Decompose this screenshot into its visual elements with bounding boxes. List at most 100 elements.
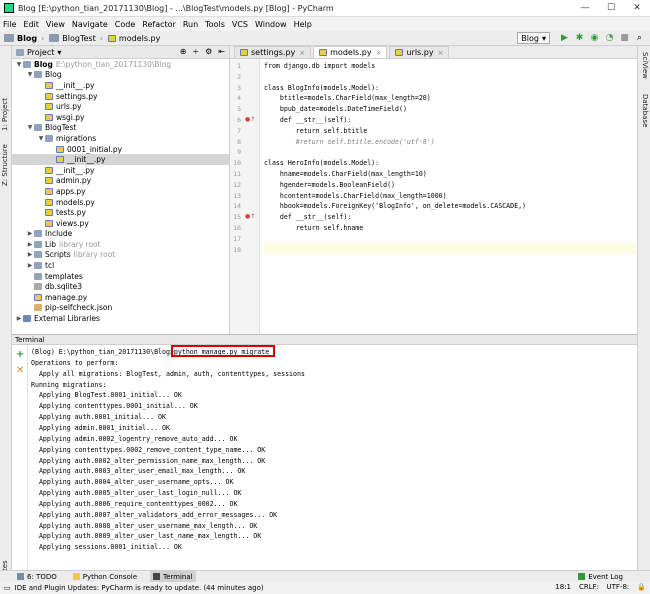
menu-file[interactable]: File: [3, 20, 16, 29]
caret-position[interactable]: 18:1: [555, 583, 571, 591]
chevron-right-icon[interactable]: ▶: [26, 251, 34, 258]
tree-item[interactable]: ▼ Blog: [12, 70, 229, 81]
tree-item[interactable]: ▶ Include: [12, 229, 229, 240]
chevron-right-icon[interactable]: ▶: [26, 262, 34, 269]
chevron-right-icon[interactable]: ▶: [26, 241, 34, 248]
tree-item[interactable]: ▶ Scripts library root: [12, 250, 229, 261]
code-line[interactable]: from django.db import models: [264, 62, 375, 70]
menu-code[interactable]: Code: [115, 20, 135, 29]
tree-item[interactable]: 0001_initial.py: [12, 144, 229, 155]
code-line[interactable]: hbook=models.ForeignKey('BlogInfo', on_d…: [264, 202, 526, 210]
editor-tab[interactable]: models.py ×: [313, 46, 388, 58]
chevron-down-icon[interactable]: ▼: [26, 124, 34, 131]
chevron-right-icon[interactable]: ▶: [26, 230, 34, 237]
menu-navigate[interactable]: Navigate: [72, 20, 108, 29]
structure-tool-window-button[interactable]: Z: Structure: [1, 144, 9, 186]
menu-refactor[interactable]: Refactor: [142, 20, 176, 29]
close-tab-icon[interactable]: ×: [438, 49, 444, 57]
tree-item[interactable]: db.sqlite3: [12, 281, 229, 292]
minimize-button[interactable]: —: [572, 0, 598, 16]
tree-item[interactable]: admin.py: [12, 176, 229, 187]
code-line[interactable]: bpub_date=models.DateTimeField(): [264, 105, 407, 113]
close-tab-icon[interactable]: ×: [376, 49, 382, 57]
code-line[interactable]: hgender=models.BooleanField(): [264, 181, 395, 189]
tree-item[interactable]: wsgi.py: [12, 112, 229, 123]
code-line[interactable]: def __str__(self):: [264, 116, 351, 124]
run-configuration-select[interactable]: Blog ▾: [517, 32, 550, 44]
tree-item[interactable]: tests.py: [12, 207, 229, 218]
editor-tab[interactable]: settings.py ×: [234, 46, 312, 58]
tree-item[interactable]: ▶ tcl: [12, 260, 229, 271]
breadcrumb-blog[interactable]: Blog ›: [4, 34, 44, 43]
chevron-down-icon[interactable]: ▼: [26, 71, 34, 78]
event-log-tab[interactable]: Event Log: [575, 571, 626, 582]
tree-item[interactable]: ▼ BlogTest: [12, 123, 229, 134]
code-line[interactable]: class HeroInfo(models.Model):: [264, 159, 379, 167]
collapse-icon[interactable]: ÷: [192, 47, 199, 56]
tree-item[interactable]: pip-selfcheck.json: [12, 303, 229, 314]
tree-item[interactable]: __init__.py: [12, 154, 229, 165]
gear-icon[interactable]: ⚙: [205, 47, 212, 56]
python-console-tab[interactable]: Python Console: [70, 571, 140, 582]
code-line[interactable]: hcontent=models.CharField(max_length=100…: [264, 192, 447, 200]
todo-tab[interactable]: 6: TODO: [14, 571, 60, 582]
stop-icon[interactable]: ■: [618, 32, 631, 44]
tree-item[interactable]: urls.py: [12, 101, 229, 112]
tree-item[interactable]: manage.py: [12, 292, 229, 303]
run-icon[interactable]: ▶: [558, 32, 571, 44]
chevron-down-icon[interactable]: ▼: [15, 61, 23, 68]
file-encoding[interactable]: UTF-8:: [607, 583, 630, 591]
tree-item[interactable]: views.py: [12, 218, 229, 229]
code-line[interactable]: class BlogInfo(models.Model):: [264, 84, 379, 92]
tree-item[interactable]: __init__.py: [12, 80, 229, 91]
override-marker-icon[interactable]: ●↑: [245, 213, 255, 220]
tree-item[interactable]: ▼ migrations: [12, 133, 229, 144]
add-session-icon[interactable]: +: [16, 349, 24, 360]
menu-window[interactable]: Window: [255, 20, 287, 29]
hide-icon[interactable]: ⇤: [218, 47, 225, 56]
line-separator[interactable]: CRLF:: [579, 583, 599, 591]
debug-icon[interactable]: ✱: [573, 32, 586, 44]
code-line[interactable]: return self.btitle: [264, 127, 367, 135]
lock-icon[interactable]: 🔒: [637, 583, 646, 591]
maximize-button[interactable]: ☐: [598, 0, 624, 16]
project-panel-title[interactable]: Project: [27, 48, 54, 57]
tree-item[interactable]: models.py: [12, 197, 229, 208]
chevron-down-icon[interactable]: ▼: [37, 135, 45, 142]
tree-item[interactable]: __init__.py: [12, 165, 229, 176]
profile-icon[interactable]: ◔: [603, 32, 616, 44]
code-line[interactable]: btitle=models.CharField(max_length=20): [264, 94, 431, 102]
tree-item[interactable]: apps.py: [12, 186, 229, 197]
close-session-icon[interactable]: ✕: [16, 365, 24, 376]
code-line[interactable]: hname=models.CharField(max_length=10): [264, 170, 427, 178]
editor-tab[interactable]: urls.py ×: [389, 46, 450, 58]
search-icon[interactable]: ⌕: [633, 32, 646, 44]
chevron-right-icon[interactable]: ▶: [15, 315, 23, 322]
status-message[interactable]: IDE and Plugin Updates: PyCharm is ready…: [15, 584, 264, 592]
sync-icon[interactable]: ⊕: [180, 47, 187, 56]
terminal-tab[interactable]: Terminal: [150, 571, 196, 582]
breadcrumb-blogtest[interactable]: BlogTest ›: [49, 34, 103, 43]
breadcrumb-models[interactable]: models.py: [107, 34, 160, 43]
status-toggle-icon[interactable]: ▭: [4, 584, 11, 592]
database-tool-window-button[interactable]: Database: [641, 94, 649, 127]
code-line[interactable]: def __str__(self):: [264, 213, 351, 221]
coverage-icon[interactable]: ◉: [588, 32, 601, 44]
override-marker-icon[interactable]: ●↑: [245, 116, 255, 123]
menu-run[interactable]: Run: [183, 20, 198, 29]
project-tool-window-button[interactable]: 1: Project: [1, 98, 9, 131]
close-tab-icon[interactable]: ×: [299, 49, 305, 57]
tree-item[interactable]: settings.py: [12, 91, 229, 102]
menu-edit[interactable]: Edit: [23, 20, 39, 29]
sciview-tool-window-button[interactable]: SciView: [641, 52, 649, 79]
menu-vcs[interactable]: VCS: [232, 20, 248, 29]
menu-tools[interactable]: Tools: [205, 20, 225, 29]
menu-help[interactable]: Help: [294, 20, 312, 29]
menu-view[interactable]: View: [46, 20, 65, 29]
close-button[interactable]: ✕: [624, 0, 650, 16]
chevron-down-icon[interactable]: ▾: [57, 48, 61, 57]
tree-item[interactable]: ▼ Blog E:\python_tian_20171130\Blog: [12, 59, 229, 70]
tree-item[interactable]: templates: [12, 271, 229, 282]
tree-item[interactable]: ▶ Lib library root: [12, 239, 229, 250]
code-line[interactable]: #return self.btitle.encode('utf-8'): [264, 138, 435, 146]
